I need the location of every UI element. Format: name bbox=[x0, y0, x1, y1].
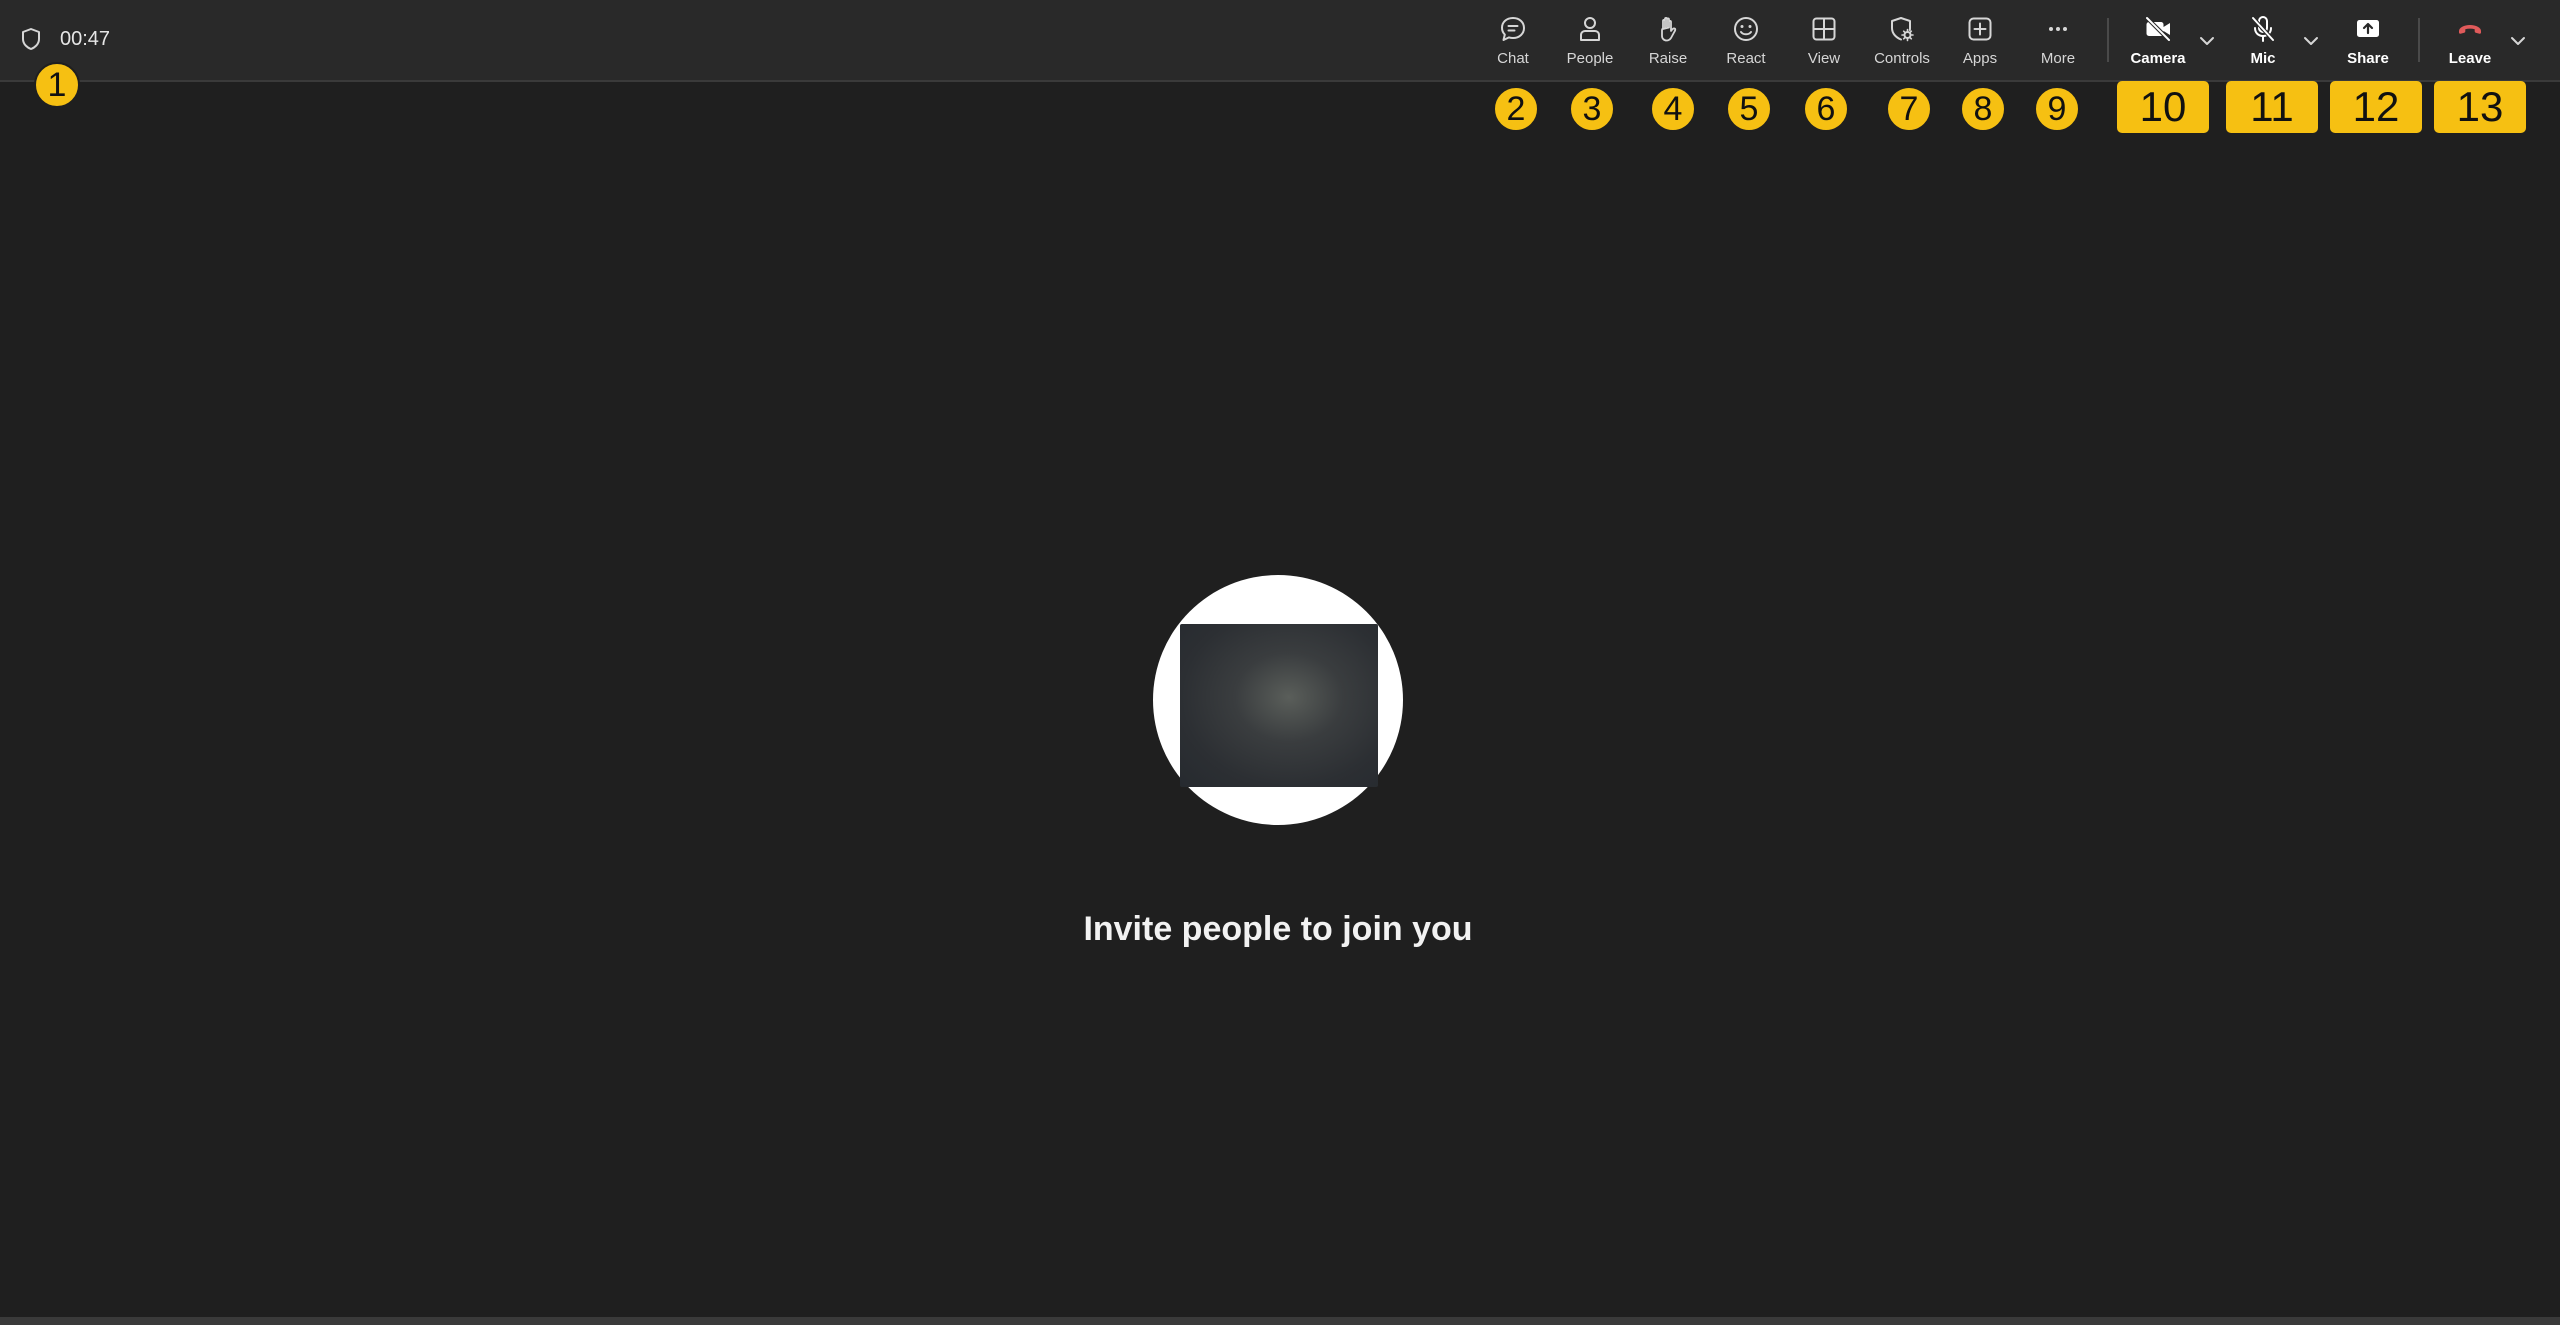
annotation-badge: 8 bbox=[1960, 86, 2006, 132]
add-app-icon bbox=[1968, 17, 1992, 41]
raise-label: Raise bbox=[1648, 50, 1688, 67]
annotation-badge: 2 bbox=[1493, 86, 1539, 132]
people-icon bbox=[1580, 17, 1600, 41]
apps-label: Apps bbox=[1962, 50, 1998, 67]
annotation-badge: 13 bbox=[2434, 81, 2526, 133]
camera-label: Camera bbox=[2130, 50, 2186, 67]
mic-off-icon bbox=[2251, 16, 2275, 42]
share-label: Share bbox=[2347, 50, 2389, 67]
annotation-badge: 12 bbox=[2330, 81, 2422, 133]
annotation-badge: 9 bbox=[2034, 86, 2080, 132]
grid-view-icon bbox=[1812, 17, 1836, 41]
invite-message: Invite people to join you bbox=[1083, 910, 1473, 948]
meeting-timer: 00:47 bbox=[60, 27, 111, 50]
window-bottom-edge bbox=[0, 1317, 2560, 1325]
annotation-badge: 4 bbox=[1650, 86, 1696, 132]
ellipsis-icon bbox=[2049, 27, 2067, 31]
shield-settings-icon bbox=[1891, 17, 1914, 42]
controls-label: Controls bbox=[1874, 50, 1930, 67]
chat-icon bbox=[1501, 17, 1525, 41]
meeting-info[interactable]: 00:47 bbox=[20, 24, 110, 54]
share-screen-icon bbox=[2357, 20, 2379, 37]
camera-button[interactable]: Camera bbox=[2118, 10, 2198, 74]
leave-button[interactable]: Leave bbox=[2430, 10, 2510, 74]
raise-hand-button[interactable]: Raise bbox=[1628, 10, 1708, 74]
camera-off-icon bbox=[2145, 16, 2171, 42]
meeting-window: 00:47 Chat People Raise React View Contr… bbox=[0, 0, 2560, 1325]
controls-button[interactable]: Controls bbox=[1862, 10, 1942, 74]
avatar-image bbox=[1180, 624, 1378, 787]
react-button[interactable]: React bbox=[1706, 10, 1786, 74]
smiley-icon bbox=[1734, 17, 1758, 41]
mic-options-chevron-icon[interactable] bbox=[2302, 32, 2320, 50]
chat-label: Chat bbox=[1497, 50, 1529, 67]
apps-button[interactable]: Apps bbox=[1940, 10, 2020, 74]
toolbar-divider bbox=[2418, 18, 2420, 62]
view-label: View bbox=[1807, 50, 1841, 67]
people-button[interactable]: People bbox=[1550, 10, 1630, 74]
meeting-toolbar: 00:47 Chat People Raise React View Contr… bbox=[0, 0, 2560, 82]
more-button[interactable]: More bbox=[2018, 10, 2098, 74]
annotation-badge: 3 bbox=[1569, 86, 1615, 132]
annotation-badge: 11 bbox=[2226, 81, 2318, 133]
leave-label: Leave bbox=[2448, 50, 2492, 67]
shield-icon bbox=[22, 28, 40, 50]
people-label: People bbox=[1566, 50, 1614, 67]
mic-button[interactable]: Mic bbox=[2223, 10, 2303, 74]
annotation-badge: 10 bbox=[2117, 81, 2209, 133]
annotation-badge: 7 bbox=[1886, 86, 1932, 132]
camera-options-chevron-icon[interactable] bbox=[2198, 32, 2216, 50]
annotation-badge: 6 bbox=[1803, 86, 1849, 132]
view-button[interactable]: View bbox=[1784, 10, 1864, 74]
more-label: More bbox=[2040, 50, 2076, 67]
share-button[interactable]: Share bbox=[2328, 10, 2408, 74]
annotation-badge: 1 bbox=[34, 62, 80, 108]
toolbar-divider bbox=[2107, 18, 2109, 62]
react-label: React bbox=[1726, 50, 1766, 67]
leave-options-chevron-icon[interactable] bbox=[2509, 32, 2527, 50]
annotation-badge: 5 bbox=[1726, 86, 1772, 132]
chat-button[interactable]: Chat bbox=[1473, 10, 1553, 74]
mic-label: Mic bbox=[2250, 50, 2276, 67]
hang-up-icon bbox=[2459, 25, 2481, 34]
raise-hand-icon bbox=[1661, 17, 1677, 42]
